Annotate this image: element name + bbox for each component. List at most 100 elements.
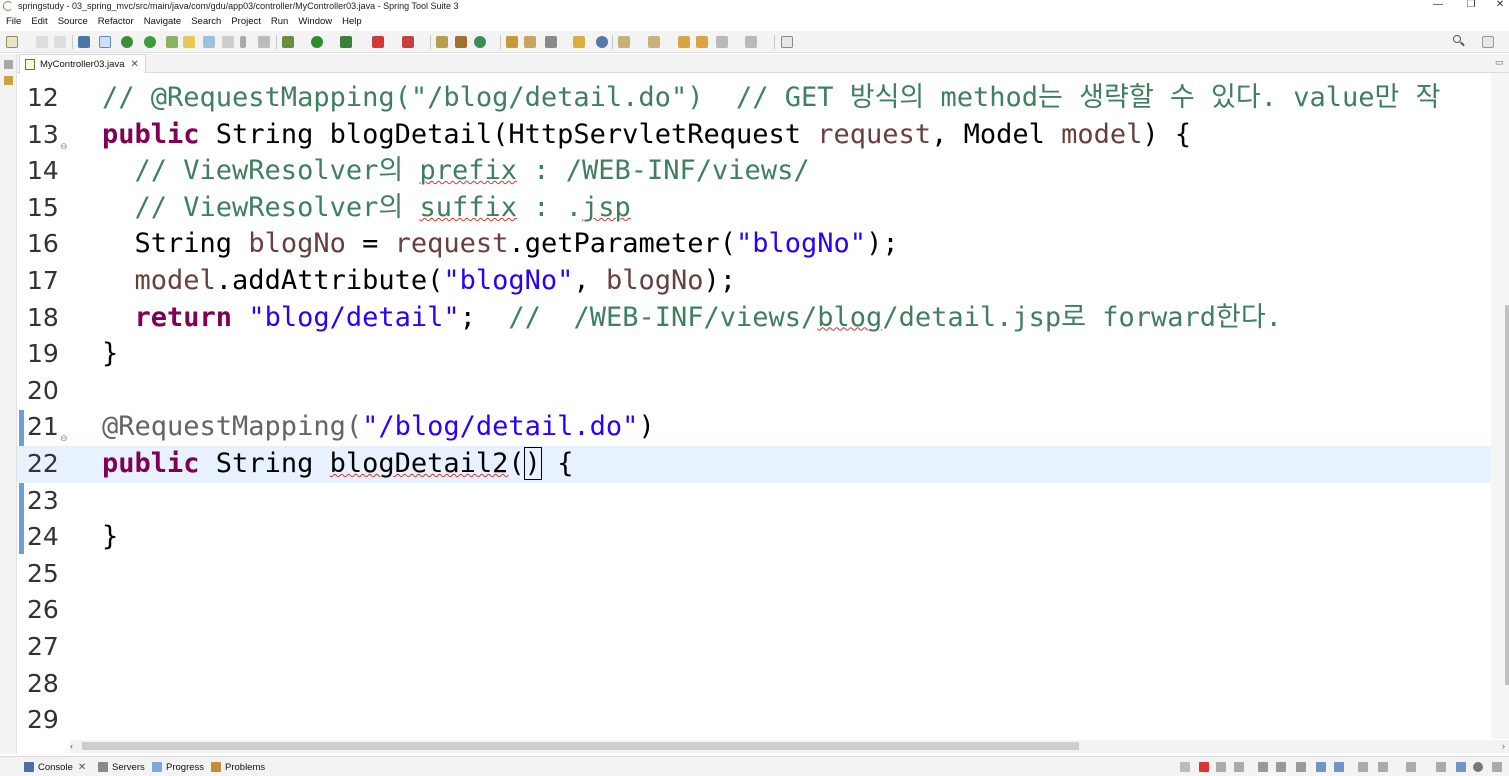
- line-number: 27: [27, 632, 59, 661]
- annotation-icon[interactable]: [573, 36, 585, 48]
- back-icon[interactable]: [716, 36, 728, 48]
- code-string: "blogNo": [443, 265, 574, 296]
- display-console-icon[interactable]: [1334, 762, 1344, 772]
- last-edit-location-icon[interactable]: [678, 36, 690, 48]
- open-type-icon[interactable]: [506, 36, 518, 48]
- tab-progress[interactable]: Progress: [152, 760, 204, 774]
- scroll-left-icon[interactable]: ‹: [70, 740, 73, 753]
- menu-file[interactable]: File: [6, 14, 21, 30]
- menu-project[interactable]: Project: [231, 14, 261, 30]
- view-menu-icon[interactable]: ▭: [1495, 57, 1505, 69]
- block-select-icon[interactable]: [203, 36, 215, 48]
- remove-launch-icon[interactable]: [1216, 762, 1226, 772]
- tab-servers[interactable]: Servers: [98, 760, 145, 774]
- code-line-25: 25: [17, 556, 1491, 593]
- menu-help[interactable]: Help: [342, 14, 362, 30]
- new-console-icon[interactable]: [1378, 762, 1388, 772]
- outline-icon[interactable]: [4, 76, 13, 85]
- forward-icon[interactable]: [745, 36, 757, 48]
- save-all-icon[interactable]: [54, 36, 66, 48]
- tab-label: Servers: [112, 761, 145, 773]
- gear-icon[interactable]: [1473, 762, 1483, 772]
- tab-mycontroller03[interactable]: MyController03.java ✕: [19, 54, 146, 73]
- view-menu-icon[interactable]: [1406, 762, 1416, 772]
- code-line-28: 28: [17, 666, 1491, 703]
- open-console-icon[interactable]: [1358, 762, 1368, 772]
- code-text: (: [508, 448, 525, 479]
- toggle-mark-icon[interactable]: [183, 36, 195, 48]
- open-perspective-icon[interactable]: [1482, 36, 1494, 48]
- close-window-button[interactable]: ✕: [1490, 0, 1509, 12]
- pin-console-icon[interactable]: [1316, 762, 1326, 772]
- remove-all-icon[interactable]: [1234, 762, 1244, 772]
- code-variable: model: [102, 265, 216, 296]
- close-tab-icon[interactable]: ✕: [130, 59, 138, 70]
- word-wrap-icon[interactable]: [1276, 762, 1286, 772]
- pilcrow-icon[interactable]: [240, 36, 246, 48]
- code-text: }: [102, 521, 119, 553]
- package-explorer-icon[interactable]: [4, 60, 13, 69]
- code-editor[interactable]: 12 // @RequestMapping("/blog/detail.do")…: [17, 73, 1491, 739]
- forward-history-icon[interactable]: [696, 36, 708, 48]
- previous-annotation-icon[interactable]: [648, 36, 660, 48]
- clear-icon[interactable]: [1180, 762, 1190, 772]
- code-text: String: [102, 228, 249, 260]
- new-class-icon[interactable]: [474, 36, 486, 48]
- boot-dashboard-icon[interactable]: [121, 36, 133, 48]
- tab-problems[interactable]: Problems: [211, 760, 265, 774]
- show-on-output-icon[interactable]: [1296, 762, 1306, 772]
- maximize-panel-icon[interactable]: [1456, 762, 1466, 772]
- vertical-scroll-thumb[interactable]: [1505, 305, 1509, 685]
- close-tab-icon[interactable]: ✕: [78, 762, 86, 773]
- whitespace-icon[interactable]: [222, 36, 234, 48]
- globe-icon[interactable]: [596, 36, 608, 48]
- menu-window[interactable]: Window: [298, 14, 332, 30]
- scroll-lock-icon[interactable]: [1258, 762, 1268, 772]
- minimize-panel-icon[interactable]: [1436, 762, 1446, 772]
- horizontal-scroll-thumb[interactable]: [82, 742, 1079, 750]
- tab-console[interactable]: Console ✕: [24, 760, 86, 774]
- code-line-16: 16 String blogNo = request.getParameter(…: [17, 226, 1491, 263]
- spelling-warning: jsp: [582, 191, 631, 223]
- skip-breakpoints-icon[interactable]: [99, 36, 111, 48]
- debug-icon[interactable]: [282, 36, 294, 48]
- menu-navigate[interactable]: Navigate: [144, 14, 182, 30]
- refresh-icon[interactable]: [144, 36, 156, 48]
- run-icon[interactable]: [311, 36, 323, 48]
- server-stop-icon[interactable]: [402, 36, 414, 48]
- code-line-18: 18 return "blog/detail"; // /WEB-INF/vie…: [17, 300, 1491, 337]
- menu-search[interactable]: Search: [191, 14, 221, 30]
- search-icon[interactable]: [1452, 34, 1466, 48]
- open-task-icon[interactable]: [524, 36, 536, 48]
- menu-source[interactable]: Source: [58, 14, 88, 30]
- run-external-icon[interactable]: [340, 36, 352, 48]
- search-tool-icon[interactable]: [545, 36, 557, 48]
- new-icon[interactable]: [6, 36, 18, 48]
- minimize-button[interactable]: —: [1428, 0, 1448, 12]
- terminate-icon[interactable]: [1199, 762, 1209, 772]
- word-wrap-icon[interactable]: [258, 36, 270, 48]
- menu-run[interactable]: Run: [271, 14, 288, 30]
- stop-icon[interactable]: [372, 36, 384, 48]
- new-package-icon[interactable]: [455, 36, 467, 48]
- vertical-scrollbar[interactable]: [1491, 73, 1509, 739]
- more-icon[interactable]: [1492, 762, 1502, 772]
- code-line-13: 13 ⊖ public String blogDetail(HttpServle…: [17, 117, 1491, 154]
- line-number: 23: [27, 485, 59, 515]
- spring-icon[interactable]: [166, 36, 178, 48]
- next-annotation-icon[interactable]: [618, 36, 630, 48]
- tab-label: MyController03.java: [40, 58, 125, 70]
- menu-refactor[interactable]: Refactor: [98, 14, 134, 30]
- console-icon[interactable]: [78, 36, 90, 48]
- save-icon[interactable]: [36, 36, 48, 48]
- restore-button[interactable]: ❐: [1461, 0, 1481, 12]
- horizontal-scrollbar[interactable]: ‹ ›: [70, 740, 1509, 753]
- code-text: }: [102, 338, 119, 370]
- spelling-warning: blog: [817, 301, 883, 333]
- pin-editor-icon[interactable]: [781, 36, 793, 48]
- code-comment: /detail.jsp로 forward한다.: [882, 301, 1282, 333]
- menu-edit[interactable]: Edit: [31, 14, 47, 30]
- scroll-right-icon[interactable]: ›: [1502, 740, 1505, 753]
- new-java-project-icon[interactable]: [436, 36, 448, 48]
- code-line-20: 20: [17, 373, 1491, 410]
